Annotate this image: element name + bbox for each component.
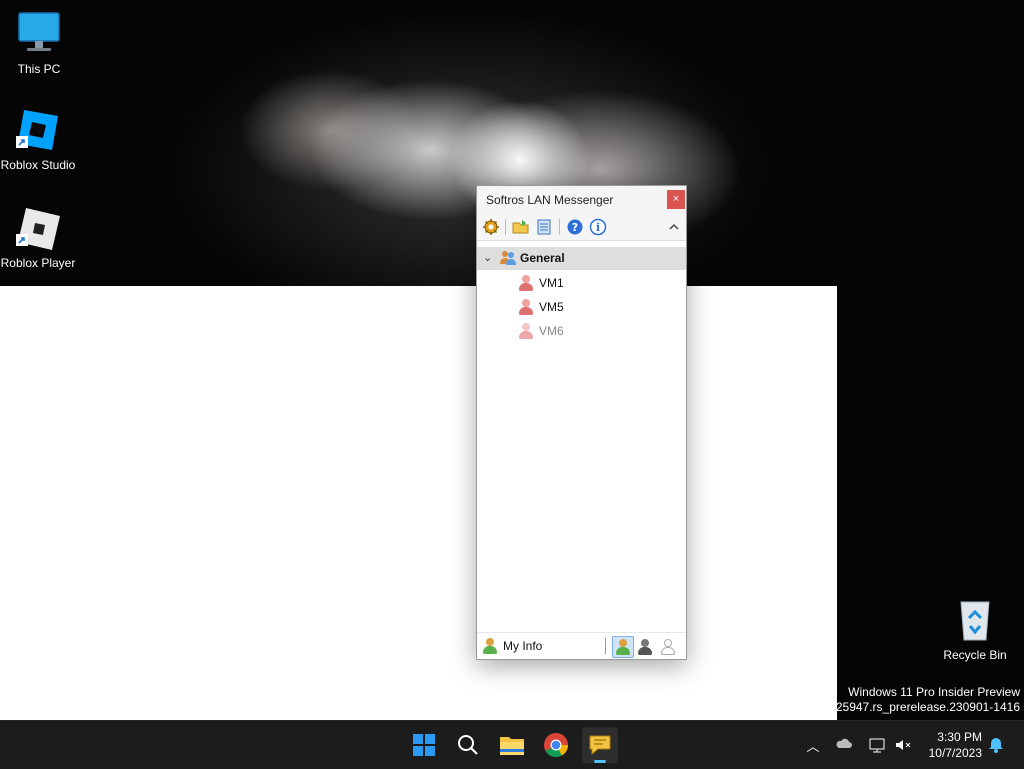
- windows-watermark: Windows 11 Pro Insider Preview ld 25947.…: [823, 685, 1020, 715]
- group-users-icon: [499, 250, 517, 266]
- messenger-window[interactable]: Softros LAN Messenger × ? i ⌄ General VM…: [476, 185, 687, 660]
- group-general[interactable]: ⌄ General: [477, 247, 686, 270]
- status-separator: [605, 638, 606, 654]
- desktop-icon-label: Roblox Studio: [0, 158, 76, 172]
- my-info-label[interactable]: My Info: [503, 639, 542, 653]
- chrome-icon: [544, 733, 568, 758]
- blank-window[interactable]: [0, 286, 837, 720]
- status-bar: My Info: [477, 632, 686, 659]
- clock-date: 10/7/2023: [928, 746, 982, 760]
- chrome-button[interactable]: [538, 727, 574, 763]
- my-info-icon[interactable]: [483, 638, 497, 654]
- open-folder-icon[interactable]: [512, 218, 530, 236]
- contact-name: VM5: [539, 300, 564, 314]
- contact-item[interactable]: VM6: [517, 321, 677, 341]
- contact-item[interactable]: VM5: [517, 297, 677, 317]
- onedrive-icon[interactable]: [836, 736, 854, 754]
- settings-gear-icon[interactable]: [482, 218, 500, 236]
- roblox-studio-icon: [14, 106, 62, 154]
- start-button[interactable]: [406, 727, 442, 763]
- collapse-chevron-icon[interactable]: [665, 218, 683, 236]
- status-available-icon: [616, 639, 630, 655]
- contact-item[interactable]: VM1: [517, 273, 677, 293]
- recycle-bin-icon: [951, 596, 999, 644]
- desktop-icon-this-pc[interactable]: This PC: [0, 10, 79, 76]
- softros-messenger-button[interactable]: [582, 727, 618, 763]
- watermark-line1: Windows 11 Pro Insider Preview: [848, 685, 1020, 699]
- chevron-down-icon[interactable]: ⌄: [483, 251, 492, 264]
- file-explorer-icon: [500, 737, 524, 755]
- contact-name: VM1: [539, 276, 564, 290]
- user-online-icon: [519, 275, 533, 291]
- clock-time: 3:30 PM: [937, 730, 982, 744]
- notification-bell-icon[interactable]: [987, 736, 1005, 754]
- softros-messenger-icon: [589, 735, 611, 756]
- volume-muted-icon[interactable]: [894, 736, 912, 754]
- svg-text:?: ?: [572, 221, 578, 234]
- monitor-icon: [15, 10, 63, 58]
- close-icon: ×: [672, 193, 680, 205]
- watermark-line2: ld 25947.rs_prerelease.230901-1416: [823, 700, 1020, 714]
- toolbar-separator: [505, 219, 506, 235]
- contact-name: VM6: [539, 324, 564, 338]
- window-title: Softros LAN Messenger: [486, 193, 614, 207]
- taskbar: ︿ 3:30 PM 10/7/2023: [0, 720, 1024, 769]
- status-offline-button[interactable]: [658, 636, 678, 656]
- network-icon[interactable]: [868, 736, 886, 754]
- desktop-icon-roblox-studio[interactable]: Roblox Studio: [0, 106, 78, 172]
- desktop-icon-recycle-bin[interactable]: Recycle Bin: [935, 596, 1015, 662]
- user-online-icon: [519, 299, 533, 315]
- show-hidden-icons-chevron[interactable]: ︿: [804, 736, 822, 754]
- status-offline-icon: [661, 639, 675, 655]
- desktop-icon-label: Recycle Bin: [943, 648, 1007, 662]
- system-clock[interactable]: 3:30 PM 10/7/2023: [929, 729, 982, 761]
- message-history-icon[interactable]: [535, 218, 553, 236]
- roblox-player-icon: [14, 204, 62, 252]
- close-button[interactable]: ×: [667, 190, 685, 209]
- info-icon[interactable]: i: [589, 218, 607, 236]
- toolbar: ? i: [477, 214, 686, 241]
- title-bar[interactable]: Softros LAN Messenger ×: [477, 186, 686, 214]
- help-icon[interactable]: ?: [566, 218, 584, 236]
- desktop-icon-roblox-player[interactable]: Roblox Player: [0, 204, 78, 270]
- svg-text:i: i: [596, 221, 600, 234]
- desktop-icon-label: Roblox Player: [0, 256, 76, 270]
- active-app-indicator: [594, 760, 606, 763]
- desktop-icon-label: This PC: [17, 62, 61, 76]
- status-available-button[interactable]: [612, 636, 634, 658]
- search-icon: [458, 735, 478, 755]
- status-away-button[interactable]: [635, 636, 655, 656]
- group-name: General: [520, 251, 565, 265]
- search-button[interactable]: [450, 727, 486, 763]
- file-explorer-button[interactable]: [494, 727, 530, 763]
- toolbar-separator: [559, 219, 560, 235]
- user-offline-icon: [519, 323, 533, 339]
- status-away-icon: [638, 639, 652, 655]
- start-icon: [413, 734, 435, 756]
